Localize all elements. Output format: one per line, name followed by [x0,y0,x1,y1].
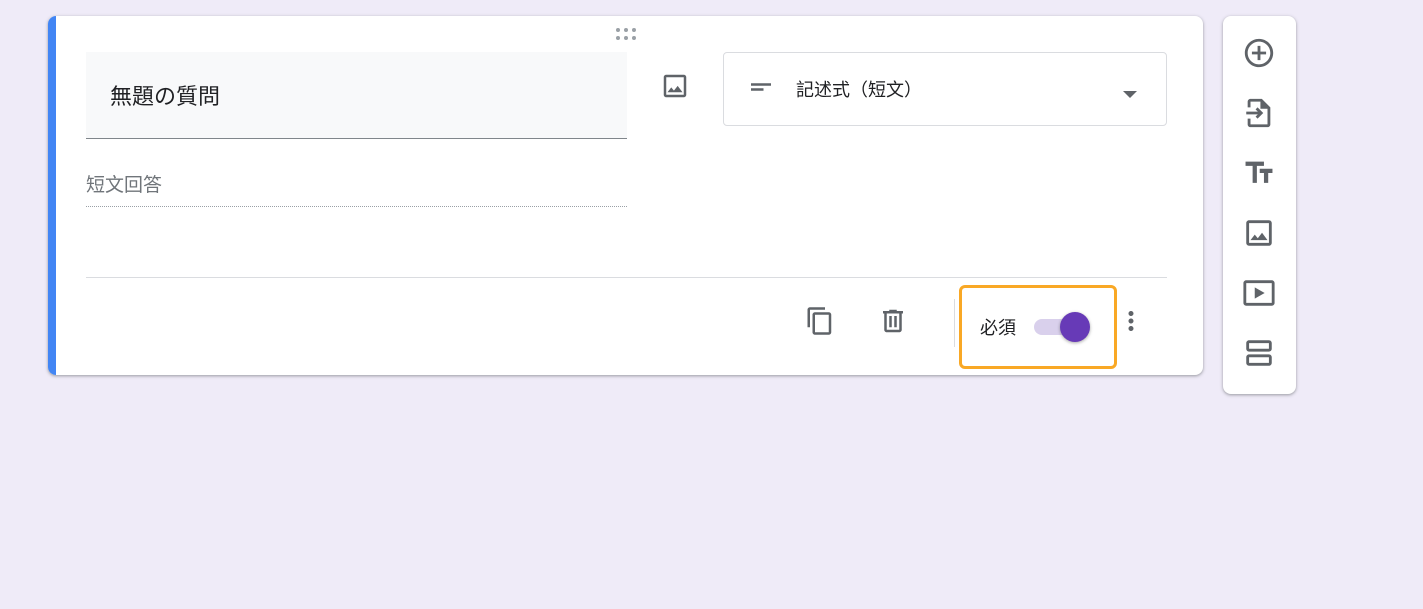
question-title-input[interactable]: 無題の質問 [86,52,627,139]
side-toolbar [1223,16,1296,394]
short-text-icon [746,72,776,106]
add-section-button[interactable] [1239,335,1279,375]
required-toggle[interactable] [1032,312,1090,342]
footer-divider [86,277,1167,278]
required-toggle-group: 必須 [959,285,1117,369]
arrow-drop-down-icon [1122,85,1138,104]
copy-icon [805,306,835,340]
import-questions-button[interactable] [1239,95,1279,135]
question-card[interactable]: 無題の質問 記述式（短文） 短文回答 必須 [48,16,1203,375]
card-accent-bar [48,16,56,375]
footer-separator [954,299,955,347]
toggle-thumb [1060,312,1090,342]
more-vert-icon [1116,306,1146,340]
required-label: 必須 [980,318,1016,339]
add-image-tool-button[interactable] [1239,215,1279,255]
delete-button[interactable] [873,303,913,343]
image-icon [1242,216,1276,254]
question-type-dropdown[interactable]: 記述式（短文） [723,52,1167,126]
add-circle-icon [1242,36,1276,74]
trash-icon [878,306,908,340]
video-icon [1242,276,1276,314]
drag-handle-icon[interactable] [614,27,640,41]
add-question-button[interactable] [1239,35,1279,75]
section-icon [1242,336,1276,374]
more-options-button[interactable] [1111,303,1151,343]
add-video-button[interactable] [1239,275,1279,315]
add-title-button[interactable] [1239,155,1279,195]
image-icon [660,71,690,105]
import-questions-icon [1242,96,1276,134]
short-answer-placeholder: 短文回答 [86,170,627,207]
add-image-button[interactable] [655,68,695,108]
title-text-icon [1242,156,1276,194]
duplicate-button[interactable] [800,303,840,343]
question-type-label: 記述式（短文） [796,80,922,101]
short-answer-text: 短文回答 [86,174,163,196]
question-title-text: 無題の質問 [110,85,221,110]
